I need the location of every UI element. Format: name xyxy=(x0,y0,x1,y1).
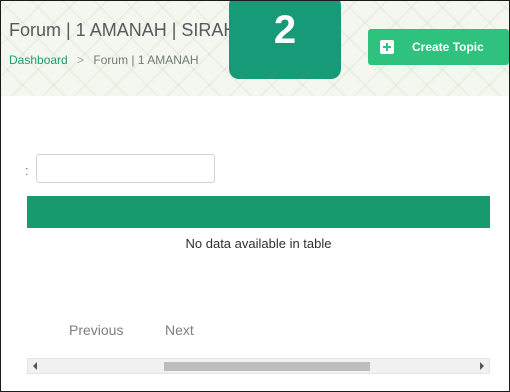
app-frame: Forum | 1 AMANAH | SIRAH Dashboard > For… xyxy=(0,0,510,392)
scroll-right-arrow-icon[interactable] xyxy=(480,362,484,370)
create-topic-label: Create Topic xyxy=(412,40,484,54)
scrollbar-thumb[interactable] xyxy=(164,362,370,371)
create-topic-button[interactable]: Create Topic xyxy=(368,29,509,65)
table-header-row xyxy=(27,196,490,228)
search-label: : xyxy=(25,163,29,178)
breadcrumb: Dashboard > Forum | 1 AMANAH xyxy=(9,53,199,67)
empty-table-message: No data available in table xyxy=(185,236,332,251)
forum-table-panel: : No data available in table Previous Ne… xyxy=(1,96,509,391)
previous-page-button[interactable]: Previous xyxy=(69,322,123,338)
breadcrumb-current: Forum | 1 AMANAH xyxy=(93,53,199,67)
chevron-right-icon: > xyxy=(77,53,85,67)
scroll-left-arrow-icon[interactable] xyxy=(33,362,37,370)
page-title: Forum | 1 AMANAH | SIRAH xyxy=(9,20,237,40)
plus-square-icon xyxy=(380,40,394,54)
page-header: Forum | 1 AMANAH | SIRAH Dashboard > For… xyxy=(1,1,509,96)
search-input[interactable] xyxy=(36,154,215,183)
breadcrumb-dashboard-link[interactable]: Dashboard xyxy=(9,53,68,67)
horizontal-scrollbar[interactable] xyxy=(27,358,490,374)
next-page-button[interactable]: Next xyxy=(165,322,194,338)
step-number-badge: 2 xyxy=(229,1,341,79)
